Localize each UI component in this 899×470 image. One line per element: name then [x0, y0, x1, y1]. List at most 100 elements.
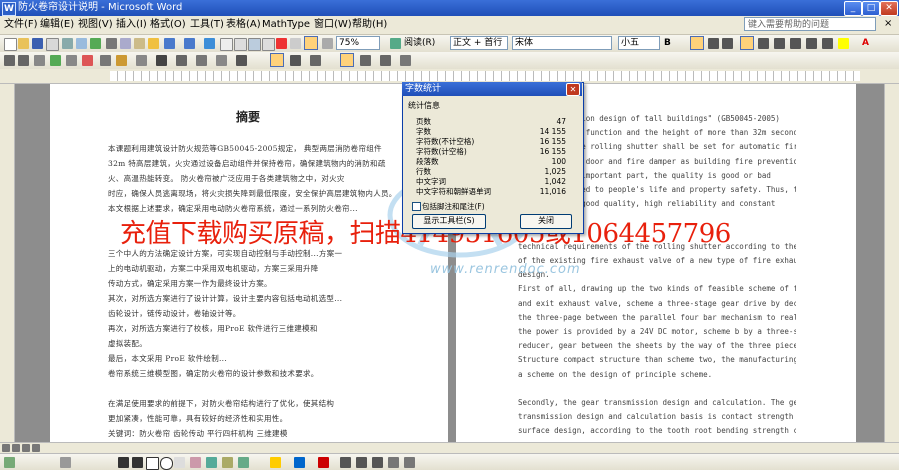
show-hide-icon[interactable]	[304, 36, 318, 50]
word-app-icon[interactable]: W	[2, 2, 16, 16]
style-select[interactable]: 正文 + 首行	[450, 36, 508, 50]
menu-insert[interactable]: 插入(I)	[116, 18, 147, 32]
help-search-input[interactable]: 键入需要帮助的问题	[744, 17, 876, 31]
menu-window[interactable]: 窗口(W)	[314, 18, 352, 32]
dash-style-icon[interactable]	[356, 457, 367, 468]
save-icon[interactable]	[32, 38, 43, 49]
menu-help[interactable]: 帮助(H)	[352, 18, 387, 32]
show-toolbar-button[interactable]: 显示工具栏(S)	[412, 214, 486, 229]
fill-color-icon[interactable]	[270, 457, 281, 468]
close-button[interactable]: ✕	[880, 1, 898, 16]
vertical-scrollbar[interactable]	[884, 84, 899, 442]
frame-icon[interactable]	[136, 55, 147, 66]
split-cells-icon[interactable]	[236, 55, 247, 66]
menu-edit[interactable]: 编辑(E)	[40, 18, 74, 32]
symbol-icon[interactable]	[100, 55, 111, 66]
3d-icon[interactable]	[404, 457, 415, 468]
clipart-icon[interactable]	[222, 457, 233, 468]
menu-mathtype[interactable]: MathType	[262, 18, 310, 32]
help-icon[interactable]	[390, 38, 401, 49]
print-icon[interactable]	[62, 38, 73, 49]
font-color-button[interactable]: A	[862, 37, 869, 50]
outline-view-icon[interactable]	[32, 444, 40, 452]
drawing-icon[interactable]	[276, 38, 287, 49]
menu-file[interactable]: 文件(F)	[4, 18, 38, 32]
format-icon[interactable]	[156, 55, 167, 66]
spelling-icon[interactable]	[90, 38, 101, 49]
vertical-ruler[interactable]	[0, 84, 15, 442]
bold-button[interactable]: B	[664, 37, 671, 50]
line-color-icon[interactable]	[294, 457, 305, 468]
diagram-icon[interactable]	[206, 457, 217, 468]
redo-icon[interactable]	[184, 38, 195, 49]
insert-column-icon[interactable]	[380, 55, 391, 66]
equation-icon[interactable]	[66, 55, 77, 66]
close-document-icon[interactable]: ×	[884, 18, 892, 29]
sigma-icon[interactable]	[18, 55, 29, 66]
insert-row-icon[interactable]	[360, 55, 371, 66]
numbering-icon[interactable]	[774, 38, 785, 49]
textbox-icon[interactable]	[174, 457, 185, 468]
table-style-icon[interactable]	[340, 53, 354, 67]
columns-icon[interactable]	[262, 38, 275, 51]
autofit-icon[interactable]	[310, 55, 321, 66]
oval-icon[interactable]	[160, 457, 173, 470]
open-folder-icon[interactable]	[18, 38, 29, 49]
table-insert-icon[interactable]	[34, 55, 45, 66]
line-icon[interactable]	[118, 457, 129, 468]
dialog-close-button[interactable]: 关闭	[520, 214, 572, 229]
align-left-icon[interactable]	[690, 36, 704, 50]
copy-icon[interactable]	[120, 38, 131, 49]
border-icon[interactable]	[176, 55, 187, 66]
menu-view[interactable]: 视图(V)	[78, 18, 113, 32]
bullets-icon[interactable]	[790, 38, 801, 49]
increase-indent-icon[interactable]	[822, 38, 833, 49]
undo-icon[interactable]	[164, 38, 175, 49]
zoom-icon[interactable]	[322, 38, 333, 49]
hyperlink-icon[interactable]	[204, 38, 215, 49]
minimize-button[interactable]: _	[844, 1, 862, 16]
maximize-button[interactable]: □	[862, 1, 880, 16]
wordart-icon[interactable]	[190, 457, 201, 468]
draw-menu-icon[interactable]	[4, 457, 15, 468]
permission-icon[interactable]	[46, 38, 59, 51]
web-view-icon[interactable]	[12, 444, 20, 452]
format-painter-icon[interactable]	[148, 38, 159, 49]
align-right-icon[interactable]	[722, 38, 733, 49]
justify-icon[interactable]	[740, 36, 754, 50]
highlight-icon[interactable]	[838, 38, 849, 49]
align-center-icon[interactable]	[708, 38, 719, 49]
delete-row-icon[interactable]	[400, 55, 411, 66]
print-view-icon[interactable]	[22, 444, 30, 452]
menu-tools[interactable]: 工具(T)	[190, 18, 224, 32]
shadow-icon[interactable]	[388, 457, 399, 468]
autoshapes-icon[interactable]	[60, 457, 71, 468]
sort-icon[interactable]	[290, 55, 301, 66]
merge-cells-icon[interactable]	[216, 55, 227, 66]
new-document-icon[interactable]	[4, 38, 17, 51]
document-map-icon[interactable]	[290, 38, 301, 49]
line-style-icon[interactable]	[340, 457, 351, 468]
dialog-close-icon[interactable]: ✕	[566, 83, 580, 96]
print-preview-icon[interactable]	[76, 38, 87, 49]
picture-icon[interactable]	[238, 457, 249, 468]
decrease-indent-icon[interactable]	[806, 38, 817, 49]
font-select[interactable]: 宋体	[512, 36, 612, 50]
text-color-icon[interactable]	[318, 457, 329, 468]
sum-icon[interactable]	[4, 55, 15, 66]
font-size-select[interactable]: 小五	[618, 36, 660, 50]
arrow-style-icon[interactable]	[372, 457, 383, 468]
include-footnotes-checkbox[interactable]	[412, 202, 421, 211]
insert-excel-icon[interactable]	[248, 38, 261, 51]
paste-icon[interactable]	[134, 38, 145, 49]
tables-borders-icon[interactable]	[220, 38, 233, 51]
drawing-tool-icon[interactable]	[116, 55, 127, 66]
normal-view-icon[interactable]	[2, 444, 10, 452]
cut-icon[interactable]	[106, 38, 117, 49]
track-changes-icon[interactable]	[50, 55, 61, 66]
shading-icon[interactable]	[196, 55, 207, 66]
arrow-icon[interactable]	[132, 457, 143, 468]
menu-table[interactable]: 表格(A)	[226, 18, 261, 32]
insert-table-icon[interactable]	[234, 38, 247, 51]
zoom-select[interactable]: 75%	[336, 36, 380, 50]
